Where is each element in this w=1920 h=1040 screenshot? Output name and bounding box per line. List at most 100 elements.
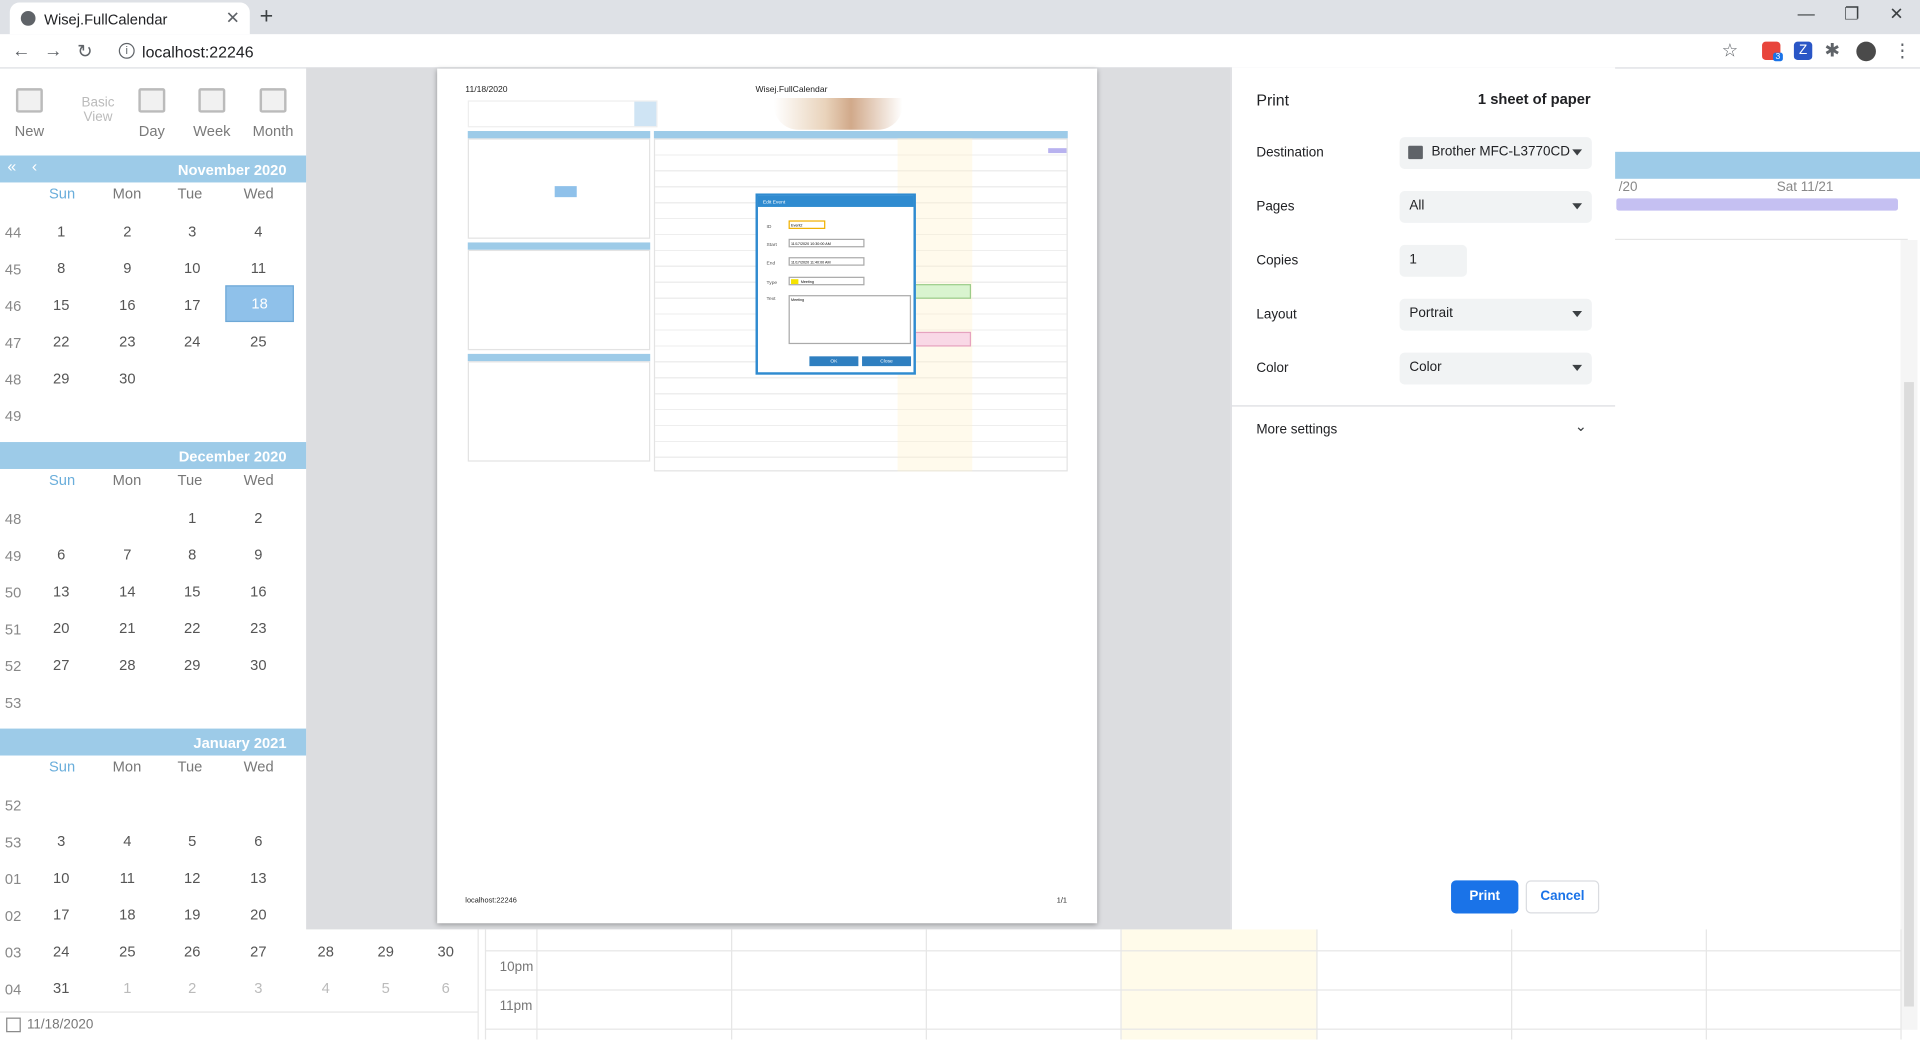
day-cell[interactable]: 24	[174, 333, 211, 350]
day-cell[interactable]: 15	[174, 583, 211, 600]
day-cell[interactable]: 4	[240, 223, 277, 240]
info-icon[interactable]: i	[118, 42, 135, 59]
day-cell[interactable]: 18	[109, 906, 146, 923]
back-icon[interactable]: ←	[12, 40, 30, 61]
day-cell[interactable]: 3	[240, 980, 277, 997]
grid-line	[484, 929, 487, 1040]
day-cell[interactable]: 6	[43, 546, 80, 563]
day-cell[interactable]: 27	[43, 656, 80, 673]
scrollbar-thumb[interactable]	[1904, 382, 1914, 1007]
more-settings-toggle[interactable]: More settings ⌄	[1232, 408, 1615, 452]
print-button[interactable]: Print	[1451, 880, 1519, 914]
day-cell[interactable]: 16	[109, 296, 146, 313]
day-cell[interactable]: 29	[43, 370, 80, 387]
day-cell[interactable]: 4	[109, 833, 146, 850]
day-cell[interactable]: 17	[174, 296, 211, 313]
grid-line	[1120, 929, 1122, 1040]
cancel-button[interactable]: Cancel	[1525, 880, 1600, 914]
day-cell[interactable]: 11	[109, 869, 146, 886]
day-cell[interactable]: 16	[240, 583, 277, 600]
address-bar[interactable]: localhost:22246	[142, 43, 254, 61]
day-cell[interactable]: 13	[43, 583, 80, 600]
avatar[interactable]	[1856, 41, 1876, 62]
day-cell[interactable]: 2	[240, 509, 277, 526]
puzzle-icon[interactable]: ✱	[1825, 39, 1840, 61]
month-view-button[interactable]: Month	[249, 88, 298, 140]
menu-icon[interactable]: ⋮	[1893, 39, 1911, 61]
forward-icon[interactable]: →	[44, 40, 62, 61]
new-button[interactable]: New	[12, 88, 46, 140]
day-cell[interactable]: 3	[43, 833, 80, 850]
day-cell[interactable]: 11	[240, 260, 277, 277]
day-cell[interactable]: 7	[109, 546, 146, 563]
day-cell[interactable]: 24	[43, 943, 80, 960]
bookmark-star-icon[interactable]: ☆	[1722, 39, 1738, 61]
day-cell[interactable]: 29	[367, 943, 404, 960]
prev-month-icon[interactable]: ‹	[32, 157, 37, 175]
day-cell[interactable]: 5	[367, 980, 404, 997]
day-cell[interactable]: 3	[174, 223, 211, 240]
layout-select[interactable]: Portrait	[1399, 298, 1592, 331]
day-cell[interactable]: 23	[109, 333, 146, 350]
copies-input[interactable]: 1	[1399, 244, 1467, 277]
day-cell[interactable]: 9	[109, 260, 146, 277]
day-cell[interactable]: 22	[174, 620, 211, 637]
day-cell[interactable]: 13	[240, 869, 277, 886]
window-close-icon[interactable]: ✕	[1889, 4, 1903, 25]
day-cell[interactable]: 22	[43, 333, 80, 350]
day-cell[interactable]: 29	[174, 656, 211, 673]
today-checkbox[interactable]	[6, 1017, 21, 1033]
day-cell[interactable]: 14	[109, 583, 146, 600]
day-cell[interactable]: 8	[43, 260, 80, 277]
minimize-icon[interactable]: —	[1798, 4, 1815, 24]
day-cell[interactable]: 28	[307, 943, 344, 960]
day-cell[interactable]: 6	[240, 833, 277, 850]
day-cell[interactable]: 18	[225, 285, 294, 323]
basic-view-button[interactable]: Basic View	[76, 96, 120, 125]
day-cell[interactable]: 31	[43, 980, 80, 997]
day-cell[interactable]: 2	[109, 223, 146, 240]
close-tab-icon[interactable]: ✕	[226, 7, 240, 28]
browser-tab[interactable]: Wisej.FullCalendar ✕	[9, 2, 250, 35]
restore-icon[interactable]: ❐	[1844, 4, 1859, 25]
day-cell[interactable]: 1	[109, 980, 146, 997]
day-cell[interactable]: 23	[240, 620, 277, 637]
day-cell[interactable]: 17	[43, 906, 80, 923]
day-cell[interactable]: 30	[427, 943, 464, 960]
day-cell[interactable]: 5	[174, 833, 211, 850]
day-cell[interactable]: 21	[109, 620, 146, 637]
week-view-button[interactable]: Week	[190, 88, 234, 140]
day-view-button[interactable]: Day	[132, 88, 171, 140]
day-cell[interactable]: 25	[240, 333, 277, 350]
pages-select[interactable]: All	[1399, 191, 1592, 223]
day-cell[interactable]: 19	[174, 906, 211, 923]
day-cell[interactable]: 10	[174, 260, 211, 277]
day-cell[interactable]: 1	[43, 223, 80, 240]
dialog-label: ID	[766, 222, 772, 229]
day-cell[interactable]: 6	[427, 980, 464, 997]
all-day-event[interactable]	[1616, 198, 1898, 211]
day-cell[interactable]: 4	[307, 980, 344, 997]
destination-select[interactable]: Brother MFC-L3770CD	[1399, 137, 1592, 169]
day-cell[interactable]: 30	[109, 370, 146, 387]
day-cell[interactable]: 1	[174, 509, 211, 526]
prev-year-icon[interactable]: «	[7, 157, 16, 175]
color-select[interactable]: Color	[1399, 352, 1592, 385]
day-cell[interactable]: 26	[174, 943, 211, 960]
day-cell[interactable]: 12	[174, 869, 211, 886]
day-cell[interactable]: 25	[109, 943, 146, 960]
day-cell[interactable]: 9	[240, 546, 277, 563]
zotero-icon[interactable]: Z	[1793, 41, 1813, 61]
day-cell[interactable]: 10	[43, 869, 80, 886]
day-cell[interactable]: 15	[43, 296, 80, 313]
day-cell[interactable]: 28	[109, 656, 146, 673]
day-cell[interactable]: 27	[240, 943, 277, 960]
reload-icon[interactable]: ↻	[77, 40, 92, 63]
day-cell[interactable]: 2	[174, 980, 211, 997]
day-cell[interactable]: 20	[43, 620, 80, 637]
day-cell[interactable]: 30	[240, 656, 277, 673]
day-cell[interactable]: 8	[174, 546, 211, 563]
new-tab-button[interactable]: +	[260, 4, 274, 31]
day-cell[interactable]: 20	[240, 906, 277, 923]
calendar-day-icon	[138, 88, 166, 113]
